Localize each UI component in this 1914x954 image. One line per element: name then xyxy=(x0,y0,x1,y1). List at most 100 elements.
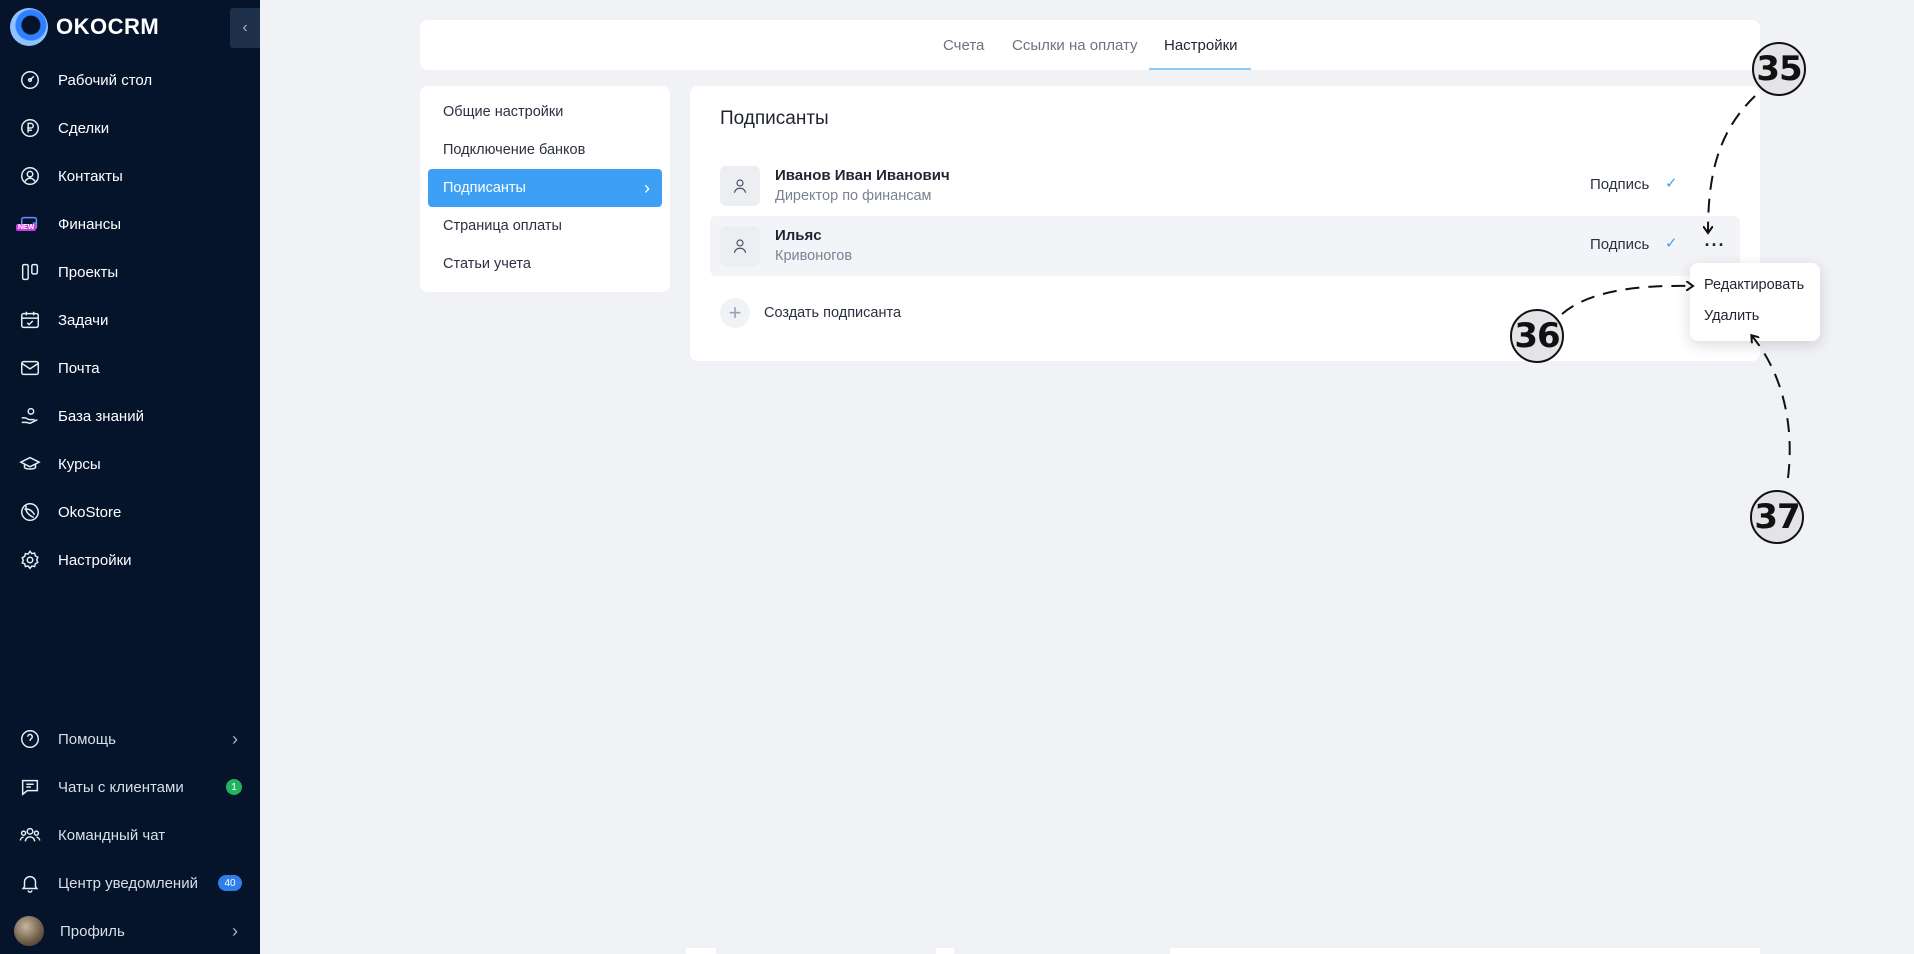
knowledge-icon xyxy=(18,404,42,428)
footer-fragment xyxy=(936,948,954,954)
calendar-icon xyxy=(18,308,42,332)
sidebar-item-profile[interactable]: Профиль › xyxy=(0,907,260,954)
sidebar-item-courses[interactable]: Курсы xyxy=(0,440,260,488)
team-icon xyxy=(18,823,42,847)
menu-item-accounting-items[interactable]: Статьи учета xyxy=(428,245,662,283)
sidebar-item-label: Профиль xyxy=(60,922,125,940)
sidebar-item-label: OkoStore xyxy=(58,503,122,521)
check-icon: ✓ xyxy=(1665,235,1678,252)
signer-row[interactable]: Ильяс Кривоногов Подпись ✓ ··· xyxy=(710,216,1740,276)
sidebar-item-settings[interactable]: Настройки xyxy=(0,536,260,584)
menu-item-label: Общие настройки xyxy=(443,104,564,120)
sidebar-item-knowledge[interactable]: База знаний xyxy=(0,392,260,440)
signer-name: Иванов Иван Иванович xyxy=(775,167,950,184)
sidebar-item-deals[interactable]: Сделки xyxy=(0,104,260,152)
mail-icon xyxy=(18,356,42,380)
signature-label: Подпись xyxy=(1590,236,1650,253)
new-badge: NEW xyxy=(16,224,37,231)
sidebar-nav: Рабочий стол Сделки Контакты NEW Финансы… xyxy=(0,56,260,584)
dashboard-icon xyxy=(18,68,42,92)
sidebar-item-label: Сделки xyxy=(58,119,110,137)
contact-icon xyxy=(18,164,42,188)
footer-fragment xyxy=(1170,948,1760,954)
chevron-right-icon: › xyxy=(644,177,650,198)
sidebar-item-label: Проекты xyxy=(58,263,119,281)
sidebar-item-mail[interactable]: Почта xyxy=(0,344,260,392)
sidebar-item-okostore[interactable]: OkoStore xyxy=(0,488,260,536)
user-icon xyxy=(720,226,760,266)
sidebar-item-client-chats[interactable]: Чаты с клиентами 1 xyxy=(0,763,260,811)
annotation-marker-35: 35 xyxy=(1752,42,1806,96)
sidebar-item-label: Почта xyxy=(58,359,100,377)
create-signer-button[interactable]: + Создать подписанта xyxy=(720,298,901,328)
sidebar-item-dashboard[interactable]: Рабочий стол xyxy=(0,56,260,104)
signer-actions-dropdown: Редактировать Удалить xyxy=(1690,263,1820,341)
tab-settings[interactable]: Настройки xyxy=(1164,20,1238,70)
dropdown-item-delete[interactable]: Удалить xyxy=(1704,308,1759,324)
graduation-cap-icon xyxy=(18,452,42,476)
unread-count-badge: 1 xyxy=(226,779,242,795)
signature-label: Подпись xyxy=(1590,176,1650,193)
menu-item-label: Подключение банков xyxy=(443,142,586,158)
finance-icon: NEW xyxy=(16,212,42,236)
more-actions-button[interactable]: ··· xyxy=(1700,230,1730,260)
signer-position: Кривоногов xyxy=(775,248,853,264)
user-icon xyxy=(720,166,760,206)
signer-row[interactable]: Иванов Иван Иванович Директор по финанса… xyxy=(710,156,1740,216)
store-icon xyxy=(18,500,42,524)
sidebar-item-contacts[interactable]: Контакты xyxy=(0,152,260,200)
sidebar-item-team-chat[interactable]: Командный чат xyxy=(0,811,260,859)
chevron-left-icon: ‹ xyxy=(242,19,248,36)
menu-item-general-settings[interactable]: Общие настройки xyxy=(428,93,662,131)
sidebar-item-label: Настройки xyxy=(58,551,132,569)
help-icon xyxy=(18,727,42,751)
settings-menu: Общие настройки Подключение банков Подпи… xyxy=(420,86,670,292)
sidebar-item-label: Задачи xyxy=(58,311,109,329)
sidebar-item-label: Рабочий стол xyxy=(58,71,153,89)
menu-item-label: Статьи учета xyxy=(443,256,531,272)
sidebar: OKOCRM ‹ Рабочий стол Сделки Контакты NE… xyxy=(0,0,260,954)
chevron-right-icon: › xyxy=(232,920,238,941)
menu-item-label: Страница оплаты xyxy=(443,218,562,234)
sidebar-item-help[interactable]: Помощь › xyxy=(0,715,260,763)
notifications-count-badge: 40 xyxy=(218,875,242,891)
chat-icon xyxy=(18,775,42,799)
sidebar-bottom-nav: Помощь › Чаты с клиентами 1 Командный ча… xyxy=(0,715,260,954)
tab-payment-links[interactable]: Ссылки на оплату xyxy=(1012,20,1138,70)
page-title: Подписанты xyxy=(720,108,829,129)
sidebar-item-label: Помощь xyxy=(58,730,116,748)
tab-invoices[interactable]: Счета xyxy=(943,20,984,70)
menu-item-payment-page[interactable]: Страница оплаты xyxy=(428,207,662,245)
annotation-marker-36: 36 xyxy=(1510,309,1564,363)
footer-fragment xyxy=(686,948,716,954)
sidebar-item-label: Командный чат xyxy=(58,826,166,844)
sidebar-item-notifications[interactable]: Центр уведомлений 40 xyxy=(0,859,260,907)
signer-position: Директор по финансам xyxy=(775,188,932,204)
collapse-sidebar-button[interactable]: ‹ xyxy=(230,8,260,48)
menu-item-bank-connections[interactable]: Подключение банков xyxy=(428,131,662,169)
menu-item-label: Подписанты xyxy=(443,180,526,196)
dropdown-item-edit[interactable]: Редактировать xyxy=(1704,277,1804,293)
chevron-right-icon: › xyxy=(232,728,238,749)
sidebar-item-label: Чаты с клиентами xyxy=(58,778,184,796)
ruble-icon xyxy=(18,116,42,140)
bell-icon xyxy=(18,871,42,895)
sidebar-item-label: Центр уведомлений xyxy=(58,874,198,892)
finance-tabs: Счета Ссылки на оплату Настройки xyxy=(420,20,1760,70)
projects-icon xyxy=(18,260,42,284)
okocrm-logo-icon xyxy=(10,8,48,46)
sidebar-item-label: Финансы xyxy=(58,215,121,233)
sidebar-item-projects[interactable]: Проекты xyxy=(0,248,260,296)
sidebar-item-tasks[interactable]: Задачи xyxy=(0,296,260,344)
menu-item-signers[interactable]: Подписанты › xyxy=(428,169,662,207)
sidebar-item-finance[interactable]: NEW Финансы xyxy=(0,200,260,248)
sidebar-item-label: Контакты xyxy=(58,167,123,185)
plus-icon: + xyxy=(720,298,750,328)
sidebar-item-label: База знаний xyxy=(58,407,144,425)
signers-card: Подписанты Иванов Иван Иванович Директор… xyxy=(690,86,1760,361)
annotation-marker-37: 37 xyxy=(1750,490,1804,544)
brand-name: OKOCRM xyxy=(56,14,160,39)
check-icon: ✓ xyxy=(1665,175,1678,192)
gear-icon xyxy=(18,548,42,572)
logo[interactable]: OKOCRM xyxy=(10,8,159,46)
